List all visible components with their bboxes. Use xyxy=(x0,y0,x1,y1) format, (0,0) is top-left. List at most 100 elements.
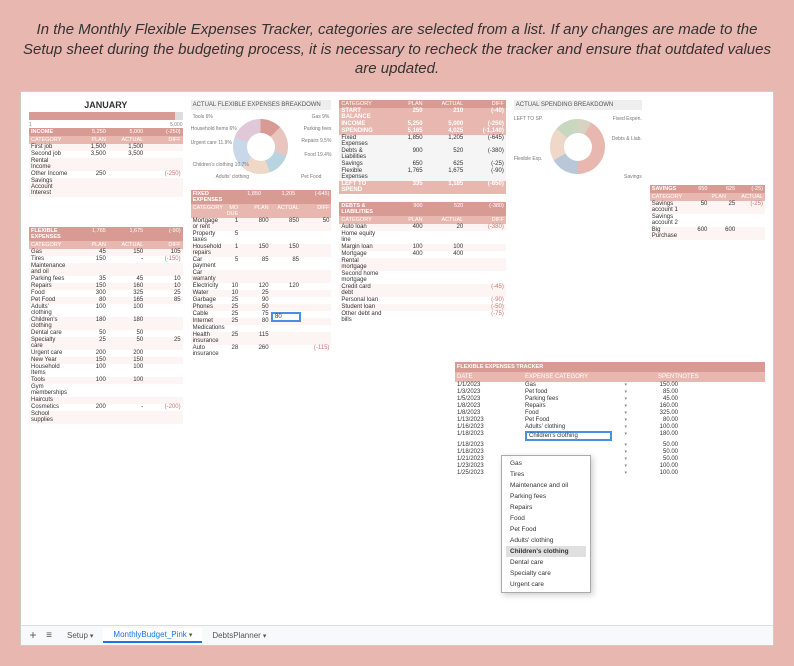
donut-chart-1: Tools 6% Household Items 6% Urgent care … xyxy=(191,112,332,182)
tab-setup[interactable]: Setup▾ xyxy=(57,629,103,642)
table-row[interactable]: Gas45150105 xyxy=(29,249,183,256)
table-row[interactable]: Student loan(-50) xyxy=(339,304,505,311)
table-row[interactable]: Mortgage400400 xyxy=(339,251,505,258)
table-row[interactable]: Phones2550 xyxy=(191,304,332,311)
tracker-row[interactable]: 1/18/2023▾50.00 xyxy=(455,442,765,449)
dropdown-option[interactable]: Urgent care xyxy=(506,579,586,590)
progress-bar xyxy=(29,112,183,120)
spreadsheet-area: JANUARY 15,000 INCOME5,2505,000(-250) CA… xyxy=(20,91,774,646)
tracker-row[interactable]: 1/8/2023Food▾325.00 xyxy=(455,410,765,417)
table-row[interactable]: Tools100100 xyxy=(29,377,183,384)
chevron-down-icon: ▾ xyxy=(90,633,94,640)
tracker-row[interactable]: 1/5/2023Parking fees▾45.00 xyxy=(455,396,765,403)
table-row[interactable]: Rental Income xyxy=(29,158,183,171)
income-header: INCOME5,2505,000(-250) xyxy=(29,128,183,136)
table-row[interactable]: Cosmetics200-(-200) xyxy=(29,404,183,411)
table-row[interactable]: Second job3,5003,500 xyxy=(29,151,183,158)
table-row[interactable]: Car payment58585 xyxy=(191,257,332,270)
dropdown-option[interactable]: Parking fees xyxy=(506,491,586,502)
summary-row: START BALANCE250210(-40) xyxy=(339,108,505,121)
table-row[interactable]: Dental care5050 xyxy=(29,330,183,337)
chevron-down-icon: ▾ xyxy=(189,632,193,639)
tracker-row[interactable]: 1/18/2023Children's clothing▾180.00 xyxy=(455,431,765,442)
summary-row: INCOME5,2505,000(-250) xyxy=(339,121,505,128)
table-row[interactable]: Credit card debt(-45) xyxy=(339,284,505,297)
table-row[interactable]: Specialty care255025 xyxy=(29,337,183,350)
table-row[interactable]: Mortgage or rent180085050 xyxy=(191,218,332,231)
dropdown-option[interactable]: Children's clothing xyxy=(506,546,586,557)
table-row[interactable]: Internet2580 xyxy=(191,318,332,325)
dropdown-option[interactable]: Gas xyxy=(506,458,586,469)
tracker-row[interactable]: 1/13/2023Pet Food▾80.00 xyxy=(455,417,765,424)
table-row[interactable]: Parking fees354510 xyxy=(29,276,183,283)
flex-col-header: CATEGORYPLANACTUALDIFF xyxy=(29,241,183,249)
summary-row: Debts & Liabilities900520(-380) xyxy=(339,148,505,161)
breakdown1-title: ACTUAL FLEXIBLE EXPENSES BREAKDOWN xyxy=(191,100,332,110)
table-row[interactable]: Electricity10120120 xyxy=(191,283,332,290)
table-row[interactable]: Repairs15016010 xyxy=(29,283,183,290)
table-row[interactable]: Pet Food8016585 xyxy=(29,297,183,304)
table-row[interactable]: Car warranty xyxy=(191,270,332,283)
table-row[interactable]: Auto loan40020(-380) xyxy=(339,224,505,231)
table-row[interactable]: Home equity line xyxy=(339,231,505,244)
table-row[interactable]: Water1025 xyxy=(191,290,332,297)
table-row[interactable]: Urgent care200200 xyxy=(29,350,183,357)
table-row[interactable]: Savings account 2 xyxy=(650,214,765,227)
tab-debts-planner[interactable]: DebtsPlanner▾ xyxy=(202,629,276,642)
month-title: JANUARY xyxy=(29,100,183,110)
table-row[interactable]: Personal loan(-90) xyxy=(339,297,505,304)
table-row[interactable]: Auto insurance28260(-115) xyxy=(191,345,332,358)
table-row[interactable]: Garbage2590 xyxy=(191,297,332,304)
dropdown-option[interactable]: Tires xyxy=(506,469,586,480)
table-row[interactable]: Maintenance and oil xyxy=(29,263,183,276)
table-row[interactable]: Big Purchase600600 xyxy=(650,227,765,240)
table-row[interactable]: Food30032525 xyxy=(29,290,183,297)
dropdown-option[interactable]: Specialty care xyxy=(506,568,586,579)
table-row[interactable]: Children's clothing180180 xyxy=(29,317,183,330)
table-row[interactable]: Medications xyxy=(191,325,332,332)
breakdown2-title: ACTUAL SPENDING BREAKDOWN xyxy=(514,100,642,110)
table-row[interactable]: Other Income250(-250) xyxy=(29,171,183,178)
dropdown-option[interactable]: Adults' clothing xyxy=(506,535,586,546)
category-dropdown[interactable]: GasTiresMaintenance and oilParking feesR… xyxy=(501,455,591,593)
dropdown-option[interactable]: Pet Food xyxy=(506,524,586,535)
active-cell[interactable]: 80 xyxy=(271,312,301,322)
dropdown-option[interactable]: Repairs xyxy=(506,502,586,513)
chevron-down-icon: ▾ xyxy=(263,633,267,640)
table-row[interactable]: Household repairs1150150 xyxy=(191,244,332,257)
tracker-row[interactable]: 1/8/2023Repairs▾160.00 xyxy=(455,403,765,410)
table-row[interactable]: Health insurance25115 xyxy=(191,332,332,345)
dropdown-option[interactable]: Maintenance and oil xyxy=(506,480,586,491)
table-row[interactable]: Property taxes5 xyxy=(191,231,332,244)
table-row[interactable]: Margin loan100100 xyxy=(339,244,505,251)
table-row[interactable]: Other debt and bills(-75) xyxy=(339,311,505,324)
table-row[interactable]: First job1,5001,500 xyxy=(29,144,183,151)
table-row[interactable]: New Year150150 xyxy=(29,357,183,364)
table-row[interactable]: Second home mortgage xyxy=(339,271,505,284)
tracker-row[interactable]: 1/3/2023Pet food▾85.00 xyxy=(455,389,765,396)
debts-header: DEBTS & LIABILITIES900520(-380) xyxy=(339,202,505,216)
all-sheets-menu[interactable]: ≡ xyxy=(41,630,57,641)
debts-col-header: CATEGORYPLANACTUALDIFF xyxy=(339,216,505,224)
table-row[interactable]: Gym memberships xyxy=(29,384,183,397)
tracker-row[interactable]: 1/16/2023Adults' clothing▾100.00 xyxy=(455,424,765,431)
table-row[interactable]: Savings Account Interest xyxy=(29,178,183,197)
table-row[interactable]: Rental mortgage xyxy=(339,258,505,271)
table-row[interactable]: School supplies xyxy=(29,411,183,424)
summary-row: SPENDING5,1654,025(-1,140) xyxy=(339,128,505,135)
dropdown-option[interactable]: Food xyxy=(506,513,586,524)
tab-monthly-budget[interactable]: MonthlyBudget_Pink▾ xyxy=(103,628,202,643)
table-row[interactable]: Haircuts xyxy=(29,397,183,404)
tracker-row[interactable]: 1/1/2023Gas▾150.00 xyxy=(455,382,765,389)
flex-header: FLEXIBLE EXPENSES1,7651,675(-90) xyxy=(29,227,183,241)
add-sheet-button[interactable]: + xyxy=(25,628,41,642)
table-row[interactable]: Savings account 15025(-25) xyxy=(650,201,765,214)
fixed-header: FIXED EXPENSES1,8501,205(-645) xyxy=(191,190,332,204)
table-row[interactable]: Tires150-(-150) xyxy=(29,256,183,263)
summary-header: CATEGORYPLANACTUALDIFF xyxy=(339,100,505,108)
summary-row: Fixed Expenses1,8501,205(-645) xyxy=(339,135,505,148)
table-row[interactable]: Household Items100100 xyxy=(29,364,183,377)
dropdown-option[interactable]: Dental care xyxy=(506,557,586,568)
table-row[interactable]: Cable2575 xyxy=(191,311,332,318)
table-row[interactable]: Adults' clothing100100 xyxy=(29,304,183,317)
